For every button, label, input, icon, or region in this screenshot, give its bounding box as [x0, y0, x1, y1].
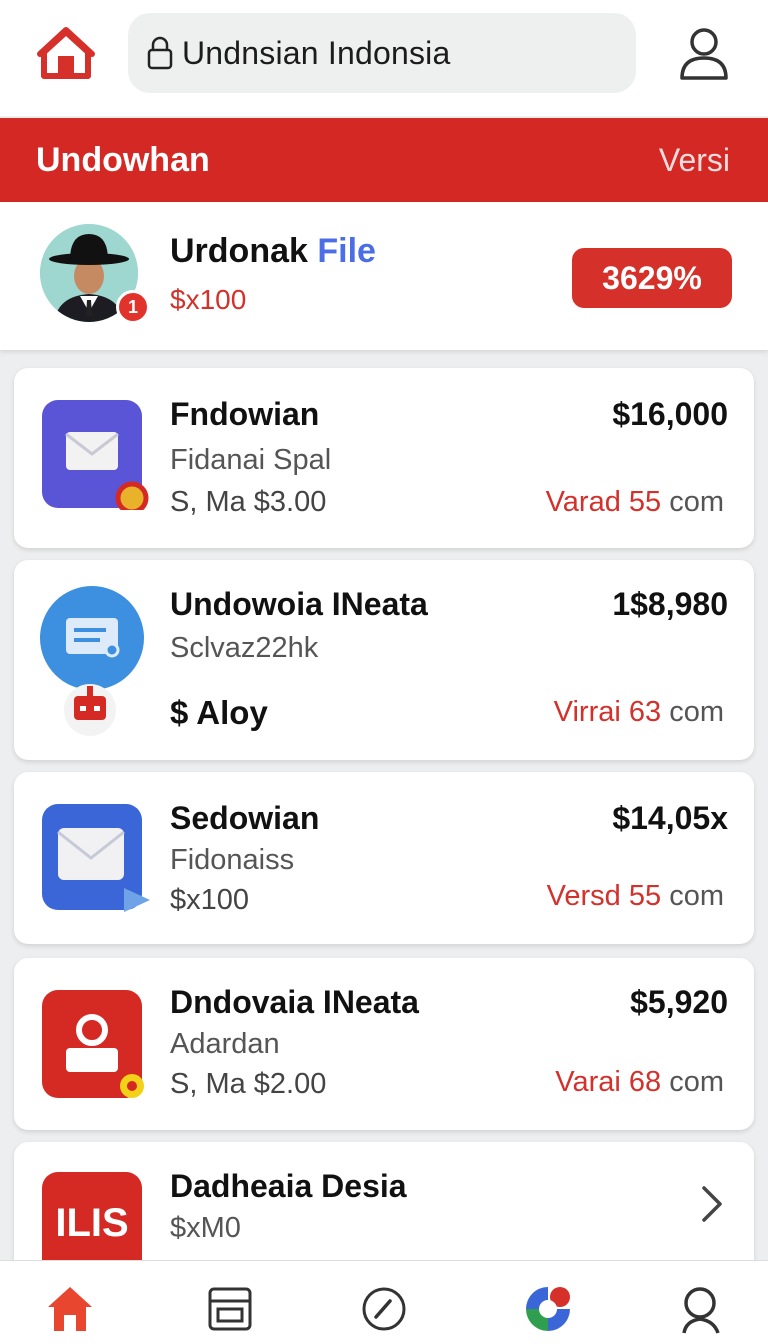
item-price: 1$8,980 [612, 586, 728, 622]
nav-printer-icon[interactable] [204, 1283, 256, 1335]
nav-home-icon[interactable] [44, 1283, 96, 1335]
list-item[interactable]: Dndovaia INeata Adardan S, Ma $2.00 $5,9… [14, 958, 754, 1130]
item-subtitle: Fidanai Spal [170, 444, 332, 476]
percent-badge-button[interactable]: 3629% [572, 248, 732, 308]
list-item[interactable]: Sedowian Fidonaiss $x100 $14,05x Versd 5… [14, 772, 754, 944]
list-item[interactable]: Undowoia INeata Sclvaz22hk $ Aloy 1$8,98… [14, 560, 754, 760]
account-icon[interactable] [676, 24, 732, 82]
user-pin-icon [40, 988, 152, 1100]
item-subtitle: Sclvaz22hk [170, 632, 319, 664]
search-bar[interactable]: Undnsian Indonsia [128, 13, 636, 93]
profile-summary[interactable]: 1 Urdonak File $x100 3629% [0, 202, 768, 350]
bottom-navigation [0, 1260, 768, 1344]
list-item[interactable]: Fndowian Fidanai Spal S, Ma $3.00 $16,00… [14, 368, 754, 548]
mail-icon [40, 802, 152, 914]
item-subtitle: $xM0 [170, 1212, 241, 1244]
item-title: Dadheaia Desia [170, 1168, 407, 1204]
avatar[interactable]: 1 [40, 224, 150, 330]
item-status: Varad 55 com [545, 486, 724, 518]
item-title: Undowoia INeata [170, 586, 428, 622]
nav-person-icon[interactable] [676, 1283, 728, 1335]
chevron-right-icon[interactable] [700, 1184, 724, 1224]
nav-google-icon[interactable] [522, 1283, 574, 1335]
item-meta: $ Aloy [170, 694, 268, 731]
profile-name: Urdonak File [170, 232, 376, 270]
profile-subtitle: $x100 [170, 284, 247, 315]
home-icon[interactable] [36, 24, 96, 84]
svg-text:ILIS: ILIS [55, 1201, 128, 1245]
item-subtitle: Adardan [170, 1028, 280, 1060]
item-status: Varai 68 com [555, 1066, 724, 1098]
item-price: $14,05x [612, 800, 728, 836]
banner-title: Undowhan [36, 140, 210, 179]
item-status: Virrai 63 com [553, 696, 724, 728]
mail-icon [40, 398, 152, 515]
item-price: $16,000 [612, 396, 728, 432]
notification-badge: 1 [116, 290, 150, 324]
top-app-bar: Undnsian Indonsia [0, 0, 768, 116]
item-status: Versd 55 com [546, 880, 724, 912]
nav-compass-icon[interactable] [358, 1283, 410, 1335]
version-link[interactable]: Versi [659, 142, 730, 179]
item-meta: S, Ma $2.00 [170, 1068, 327, 1100]
item-price: $5,920 [630, 984, 728, 1020]
section-banner: Undowhan Versi [0, 118, 768, 202]
item-title: Sedowian [170, 800, 320, 836]
item-meta: S, Ma $3.00 [170, 486, 327, 518]
lock-icon [147, 36, 173, 70]
item-subtitle: Fidonaiss [170, 844, 295, 876]
search-text: Undnsian Indonsia [182, 34, 451, 71]
item-title: Dndovaia INeata [170, 984, 419, 1020]
item-title: Fndowian [170, 396, 320, 432]
item-meta: $x100 [170, 884, 250, 916]
document-icon [40, 586, 152, 736]
